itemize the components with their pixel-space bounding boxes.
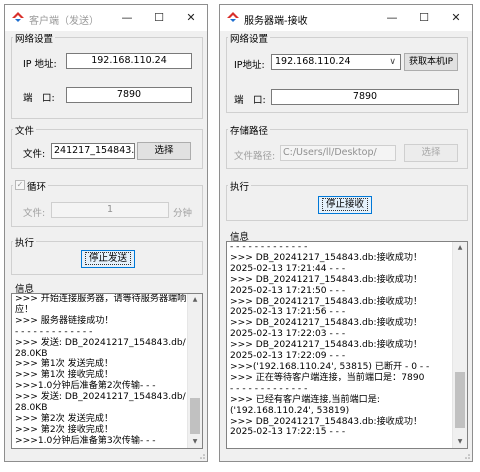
scroll-thumb[interactable] bbox=[455, 372, 465, 428]
port-label: 端 口: bbox=[234, 95, 266, 106]
select-path-button[interactable]: 选择 bbox=[404, 144, 458, 162]
client-window: 客户端（发送） — ☐ ✕ 网络设置 IP 地址: 192.168.110.24… bbox=[4, 4, 208, 462]
log-line: >>> 发送: DB_20241217_154843.db/ bbox=[15, 392, 186, 403]
title-bar[interactable]: 客户端（发送） — ☐ ✕ bbox=[5, 5, 207, 31]
close-button[interactable]: ✕ bbox=[181, 10, 201, 26]
title-bar[interactable]: 服务器端-接收 — ☐ ✕ bbox=[220, 5, 472, 31]
log-line: >>> 发送: DB_20241217_154843.db/ bbox=[15, 337, 186, 348]
select-file-button[interactable]: 选择 bbox=[137, 142, 191, 160]
file-path-field[interactable]: 241217_154843.db bbox=[51, 143, 135, 159]
path-label: 文件路径: bbox=[234, 151, 276, 162]
scroll-up-icon[interactable]: ▲ bbox=[188, 294, 202, 306]
resize-grip-icon[interactable] bbox=[462, 451, 470, 459]
scroll-down-icon[interactable]: ▼ bbox=[453, 436, 467, 448]
log-line: >>>1.0分钟后准备第3次传输- - - bbox=[15, 435, 156, 446]
log-line: - - - - - - - - - - - - - bbox=[230, 242, 308, 252]
button-label: 停止发送 bbox=[84, 252, 131, 265]
server-window: 服务器端-接收 — ☐ ✕ 网络设置 IP地址: 192.168.110.24 … bbox=[219, 4, 473, 462]
log-line: - - - - - - - - - - - - - bbox=[230, 383, 308, 394]
log-line: >>> DB_20241217_154843.db:接收成功！ bbox=[230, 296, 423, 307]
port-field[interactable]: 7890 bbox=[66, 87, 192, 103]
resize-grip-icon[interactable] bbox=[197, 451, 205, 459]
log-line: >>> DB_20241217_154843.db:接收成功！ bbox=[230, 340, 423, 351]
port-label: 端 口: bbox=[23, 93, 55, 104]
log-line: ('192.168.110.24', 53819) bbox=[230, 405, 350, 416]
log-line: 2025-02-13 17:21:44 - - - bbox=[230, 263, 346, 274]
log-line: - - - - - - - - - - - - - bbox=[15, 326, 93, 337]
log-line: >>> DB_20241217_154843.db:接收成功！ bbox=[230, 318, 423, 329]
chevron-down-icon[interactable]: ∨ bbox=[389, 55, 396, 69]
log-line: 28.0KB bbox=[15, 348, 48, 359]
log-line: >>> 第2次 发送完成！ bbox=[15, 413, 114, 424]
group-label: 执行 bbox=[13, 235, 37, 249]
loop-interval-field[interactable]: 1 bbox=[51, 202, 169, 218]
app-logo-icon bbox=[227, 12, 239, 22]
button-label: 停止接收 bbox=[321, 198, 368, 211]
storage-path-field[interactable]: C:/Users/ll/Desktop/ bbox=[280, 145, 396, 161]
log-line: >>>1.0分钟后准备第2次传输- - - bbox=[15, 381, 156, 392]
stop-send-button[interactable]: 停止发送 bbox=[81, 250, 135, 268]
minimize-button[interactable]: — bbox=[382, 10, 402, 26]
group-label: 文件 bbox=[13, 123, 37, 137]
ip-address-combobox[interactable]: 192.168.110.24 ∨ bbox=[271, 54, 401, 70]
log-text: >>> 开始连接服务器，请等待服务器端响 应！ >>> 服务器链接成功！ - - - … bbox=[15, 294, 186, 447]
log-line: >>> 第1次 发送完成！ bbox=[15, 359, 114, 370]
group-label: 网络设置 bbox=[13, 31, 56, 45]
scroll-up-icon[interactable]: ▲ bbox=[453, 242, 467, 254]
scroll-down-icon[interactable]: ▼ bbox=[188, 436, 202, 448]
stop-receive-button[interactable]: 停止接收 bbox=[318, 196, 372, 214]
log-line: >>> DB_20241217_154843.db:接收成功！ bbox=[230, 252, 423, 263]
get-local-ip-button[interactable]: 获取本机IP bbox=[404, 53, 458, 71]
log-scrollbar[interactable]: ▲ ▼ bbox=[452, 242, 467, 448]
log-text: - - - - - - - - - - - - - >>> DB_20241217… bbox=[230, 242, 429, 438]
log-line: >>> 服务器链接成功！ bbox=[15, 315, 114, 326]
log-line: 2025-02-13 17:21:56 - - - bbox=[230, 307, 346, 318]
log-scrollbar[interactable]: ▲ ▼ bbox=[187, 294, 202, 448]
group-label: 网络设置 bbox=[228, 31, 271, 45]
file-label: 文件: bbox=[23, 149, 46, 160]
log-line: 2025-02-13 17:22:09 - - - bbox=[230, 351, 346, 362]
group-label: 存储路径 bbox=[228, 123, 271, 137]
log-line: >>> 第1次 接收完成！ bbox=[15, 370, 114, 381]
ip-address-field[interactable]: 192.168.110.24 bbox=[66, 53, 192, 69]
port-field[interactable]: 7890 bbox=[271, 89, 459, 105]
close-button[interactable]: ✕ bbox=[446, 10, 466, 26]
scroll-thumb[interactable] bbox=[190, 398, 200, 434]
log-line: 2025-02-13 17:22:15 - - - bbox=[230, 427, 346, 438]
log-line: 应！ bbox=[15, 304, 34, 315]
maximize-button[interactable]: ☐ bbox=[414, 10, 434, 26]
group-label: 执行 bbox=[228, 179, 252, 193]
log-line: 28.0KB bbox=[15, 403, 48, 414]
network-settings-group bbox=[11, 37, 203, 119]
log-line: >>> 已经有客户端连接,当前端口是: bbox=[230, 394, 380, 405]
interval-unit-label: 分钟 bbox=[173, 208, 193, 219]
server-log-box[interactable]: - - - - - - - - - - - - - >>> DB_20241217… bbox=[226, 241, 468, 449]
log-line: >>>('192.168.110.24', 53815) 已断开 - 0 - - bbox=[230, 361, 430, 372]
maximize-button[interactable]: ☐ bbox=[149, 10, 169, 26]
combobox-value: 192.168.110.24 bbox=[275, 56, 351, 67]
ip-label: IP地址: bbox=[234, 60, 265, 71]
loop-checkbox[interactable]: ✓ bbox=[15, 180, 25, 190]
log-line: >>> DB_20241217_154843.db:接收成功！ bbox=[230, 416, 423, 427]
window-title: 客户端（发送） bbox=[29, 16, 99, 27]
log-line: >>> 第2次 接收完成！ bbox=[15, 424, 114, 435]
minimize-button[interactable]: — bbox=[117, 10, 137, 26]
log-line: >>> DB_20241217_154843.db:接收成功！ bbox=[230, 274, 423, 285]
loop-file-label: 文件: bbox=[23, 208, 46, 219]
log-line: >>> 开始连接服务器，请等待服务器端响 bbox=[15, 294, 187, 304]
log-line: 2025-02-13 17:22:03 - - - bbox=[230, 329, 346, 340]
ip-label: IP 地址: bbox=[23, 59, 57, 70]
client-log-box[interactable]: >>> 开始连接服务器，请等待服务器端响 应！ >>> 服务器链接成功！ - - - … bbox=[11, 293, 203, 449]
app-logo-icon bbox=[12, 12, 24, 22]
window-title: 服务器端-接收 bbox=[244, 16, 308, 27]
log-line: >>> 正在等待客户端连接，当前端口是：7890 bbox=[230, 372, 425, 383]
log-line: 2025-02-13 17:21:50 - - - bbox=[230, 285, 346, 296]
